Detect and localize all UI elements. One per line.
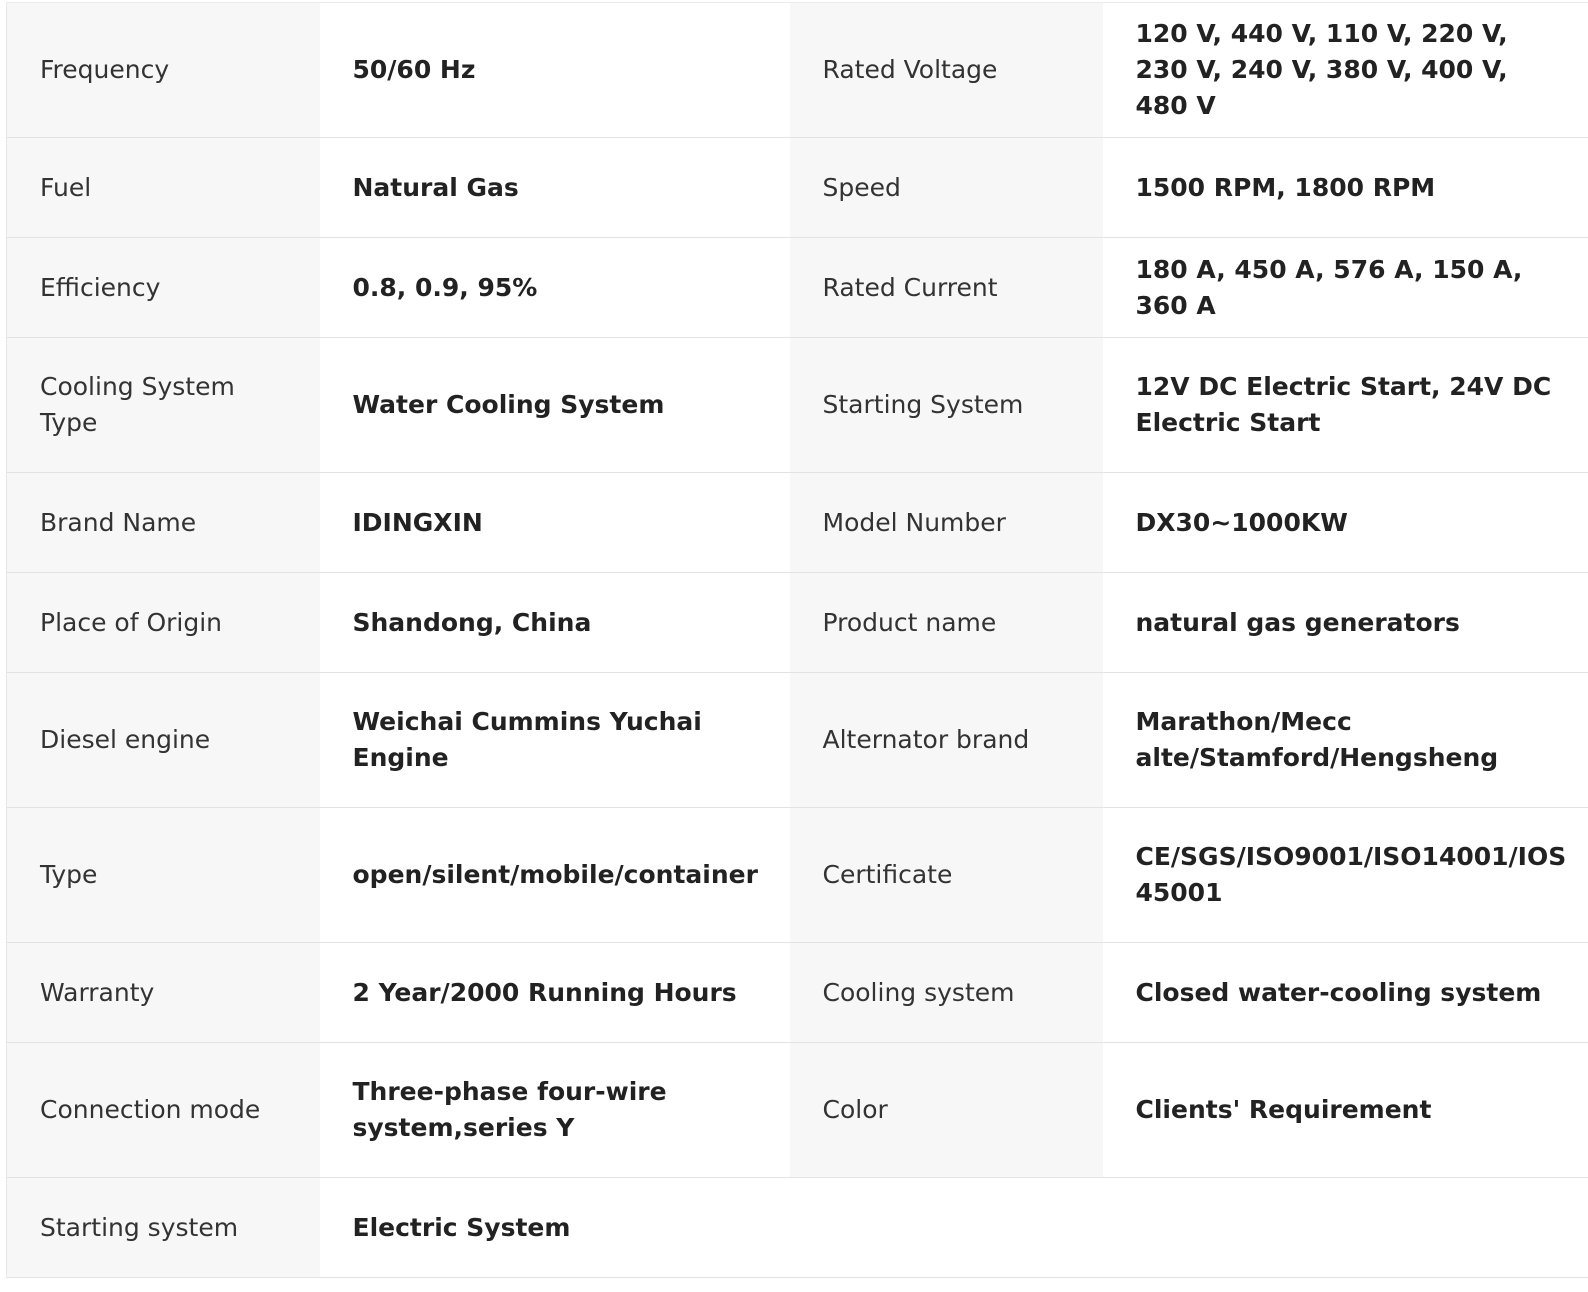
spec-value: DX30~1000KW	[1102, 472, 1588, 573]
spec-label: Diesel engine	[6, 672, 320, 808]
empty-cell	[789, 1177, 1103, 1278]
spec-label: Starting System	[789, 337, 1103, 473]
spec-row: Warranty 2 Year/2000 Running Hours Cooli…	[6, 942, 1588, 1043]
spec-label: Certificate	[789, 807, 1103, 943]
spec-label: Model Number	[789, 472, 1103, 573]
spec-value: Electric System	[319, 1177, 790, 1278]
spec-label: Fuel	[6, 137, 320, 238]
spec-label: Frequency	[6, 2, 320, 138]
spec-value: 50/60 Hz	[319, 2, 790, 138]
spec-value: open/silent/mobile/container	[319, 807, 790, 943]
spec-label: Rated Voltage	[789, 2, 1103, 138]
spec-label: Connection mode	[6, 1042, 320, 1178]
spec-row: Diesel engine Weichai Cummins Yuchai Eng…	[6, 672, 1588, 808]
spec-value: 12V DC Electric Start, 24V DC Electric S…	[1102, 337, 1588, 473]
spec-label: Cooling System Type	[6, 337, 320, 473]
spec-row: Starting system Electric System	[6, 1177, 1588, 1278]
spec-value: IDINGXIN	[319, 472, 790, 573]
spec-label: Starting system	[6, 1177, 320, 1278]
spec-value: 120 V, 440 V, 110 V, 220 V, 230 V, 240 V…	[1102, 2, 1588, 138]
spec-value: Clients' Requirement	[1102, 1042, 1588, 1178]
spec-value: Three-phase four-wire system,series Y	[319, 1042, 790, 1178]
spec-value: Natural Gas	[319, 137, 790, 238]
spec-label: Efficiency	[6, 237, 320, 338]
spec-value: Shandong, China	[319, 572, 790, 673]
spec-label: Color	[789, 1042, 1103, 1178]
spec-value: 180 A, 450 A, 576 A, 150 A, 360 A	[1102, 237, 1588, 338]
spec-value: Marathon/Mecc alte/Stamford/Hengsheng	[1102, 672, 1588, 808]
spec-value: 0.8, 0.9, 95%	[319, 237, 790, 338]
spec-row: Brand Name IDINGXIN Model Number DX30~10…	[6, 472, 1588, 573]
spec-label: Cooling system	[789, 942, 1103, 1043]
empty-cell	[1102, 1177, 1588, 1278]
spec-label: Warranty	[6, 942, 320, 1043]
spec-label: Type	[6, 807, 320, 943]
spec-value: Closed water-cooling system	[1102, 942, 1588, 1043]
spec-table: Frequency 50/60 Hz Rated Voltage 120 V, …	[6, 2, 1588, 1278]
spec-label: Place of Origin	[6, 572, 320, 673]
spec-row: Place of Origin Shandong, China Product …	[6, 572, 1588, 673]
spec-value: Weichai Cummins Yuchai Engine	[319, 672, 790, 808]
spec-row: Fuel Natural Gas Speed 1500 RPM, 1800 RP…	[6, 137, 1588, 238]
spec-row: Connection mode Three-phase four-wire sy…	[6, 1042, 1588, 1178]
spec-value: 1500 RPM, 1800 RPM	[1102, 137, 1588, 238]
spec-label: Product name	[789, 572, 1103, 673]
spec-value: natural gas generators	[1102, 572, 1588, 673]
spec-row: Frequency 50/60 Hz Rated Voltage 120 V, …	[6, 2, 1588, 138]
spec-label: Rated Current	[789, 237, 1103, 338]
spec-label: Alternator brand	[789, 672, 1103, 808]
spec-value: 2 Year/2000 Running Hours	[319, 942, 790, 1043]
spec-label: Speed	[789, 137, 1103, 238]
spec-label: Brand Name	[6, 472, 320, 573]
spec-row: Efficiency 0.8, 0.9, 95% Rated Current 1…	[6, 237, 1588, 338]
spec-row: Cooling System Type Water Cooling System…	[6, 337, 1588, 473]
spec-value: CE/SGS/ISO9001/ISO14001/IOS 45001	[1102, 807, 1588, 943]
spec-value: Water Cooling System	[319, 337, 790, 473]
spec-row: Type open/silent/mobile/container Certif…	[6, 807, 1588, 943]
